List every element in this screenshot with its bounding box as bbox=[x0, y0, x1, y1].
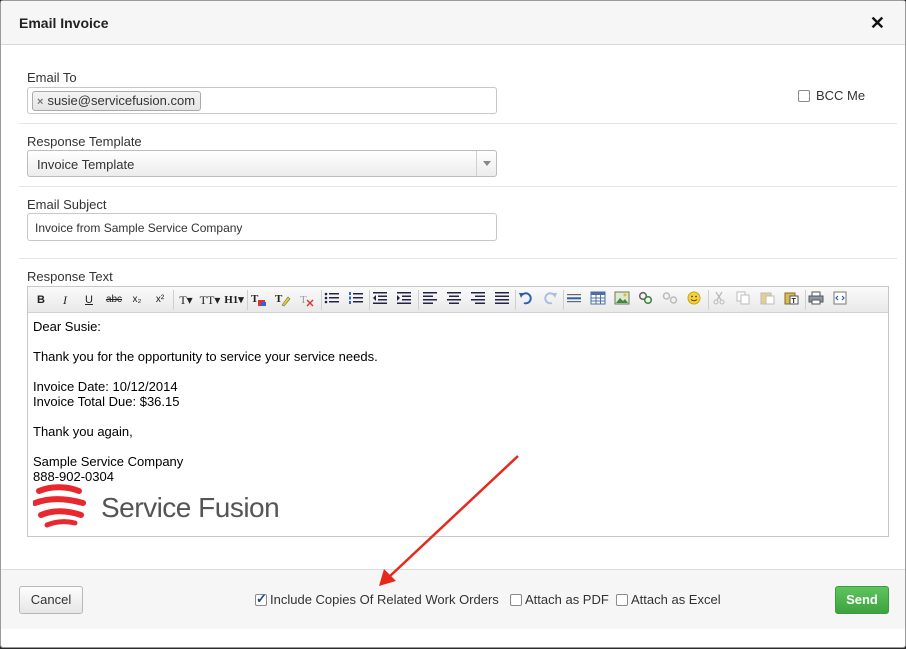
toolbar-separator bbox=[418, 290, 419, 310]
close-icon[interactable]: ✕ bbox=[870, 13, 885, 33]
divider bbox=[19, 258, 897, 259]
svg-text:T: T bbox=[251, 293, 259, 305]
cut-icon[interactable] bbox=[711, 291, 727, 309]
justify-icon[interactable] bbox=[494, 291, 510, 309]
paste-text-icon[interactable]: T bbox=[783, 291, 799, 309]
svg-text:T: T bbox=[275, 293, 283, 305]
toolbar-separator bbox=[321, 290, 322, 310]
divider bbox=[19, 186, 897, 187]
divider bbox=[19, 123, 897, 124]
send-button[interactable]: Send bbox=[835, 586, 889, 614]
paste-icon[interactable] bbox=[759, 291, 775, 309]
bcc-me-checkbox[interactable] bbox=[798, 89, 810, 102]
svg-text:T: T bbox=[300, 294, 307, 306]
attach-excel-checkbox[interactable] bbox=[616, 593, 628, 606]
email-to-label: Email To bbox=[27, 70, 77, 85]
bcc-me-option[interactable]: BCC Me bbox=[798, 88, 865, 103]
indent-icon[interactable] bbox=[396, 291, 412, 309]
email-subject-value: Invoice from Sample Service Company bbox=[35, 221, 243, 235]
heading-button[interactable]: H1▾ bbox=[223, 291, 245, 309]
italic-button[interactable]: I bbox=[58, 291, 72, 309]
font-size-button[interactable]: TT▾ bbox=[198, 291, 222, 309]
attach-excel-label: Attach as Excel bbox=[631, 592, 721, 607]
dialog-title: Email Invoice bbox=[19, 15, 109, 31]
editor-content[interactable]: Dear Susie: Thank you for the opportunit… bbox=[33, 319, 378, 484]
dialog-footer: Cancel Include Copies Of Related Work Or… bbox=[1, 569, 905, 629]
dialog-header: Email Invoice ✕ bbox=[1, 1, 905, 45]
editor-toolbar: B I U abc x₂ x² T▾ TT▾ H1▾ T T T T bbox=[28, 287, 888, 313]
toolbar-separator bbox=[247, 290, 248, 310]
source-code-icon[interactable] bbox=[832, 291, 848, 309]
response-text-label: Response Text bbox=[27, 269, 113, 284]
email-subject-input[interactable]: Invoice from Sample Service Company bbox=[27, 213, 497, 241]
company-name-line: Sample Service Company bbox=[33, 454, 184, 469]
attach-pdf-label: Attach as PDF bbox=[525, 592, 609, 607]
response-template-label: Response Template bbox=[27, 134, 142, 149]
email-to-field[interactable]: × susie@servicefusion.com bbox=[27, 87, 497, 114]
bcc-me-label: BCC Me bbox=[816, 88, 866, 103]
align-center-icon[interactable] bbox=[446, 291, 462, 309]
company-phone-line: 888-902-0304 bbox=[33, 469, 114, 484]
cancel-button[interactable]: Cancel bbox=[19, 586, 83, 614]
email-body-line: Thank you for the opportunity to service… bbox=[33, 349, 378, 364]
toolbar-separator bbox=[805, 290, 806, 310]
attach-excel-option[interactable]: Attach as Excel bbox=[616, 592, 721, 607]
attach-pdf-checkbox[interactable] bbox=[510, 593, 522, 606]
image-icon[interactable] bbox=[614, 291, 630, 309]
email-subject-label: Email Subject bbox=[27, 197, 107, 212]
subscript-button[interactable]: x₂ bbox=[129, 291, 145, 309]
link-icon[interactable] bbox=[638, 291, 654, 309]
close-button[interactable]: ✕ bbox=[870, 14, 885, 32]
strikethrough-button[interactable]: abc bbox=[104, 291, 124, 309]
response-template-select[interactable]: Invoice Template bbox=[27, 150, 497, 177]
include-work-orders-label: Include Copies Of Related Work Orders bbox=[270, 592, 499, 607]
toolbar-separator bbox=[173, 290, 174, 310]
font-family-button[interactable]: T▾ bbox=[176, 291, 196, 309]
email-invoice-dialog: Email Invoice ✕ Email To × susie@servicef… bbox=[0, 0, 906, 648]
toolbar-separator bbox=[708, 290, 709, 310]
response-template-value: Invoice Template bbox=[37, 157, 135, 172]
include-work-orders-option[interactable]: Include Copies Of Related Work Orders bbox=[255, 591, 499, 607]
attach-pdf-option[interactable]: Attach as PDF bbox=[510, 592, 609, 607]
rich-text-editor[interactable]: B I U abc x₂ x² T▾ TT▾ H1▾ T T T T Dear … bbox=[27, 286, 889, 537]
unlink-icon[interactable] bbox=[662, 291, 678, 309]
recipient-tag: × susie@servicefusion.com bbox=[32, 91, 202, 111]
align-left-icon[interactable] bbox=[422, 291, 438, 309]
text-color-icon[interactable]: T bbox=[250, 291, 268, 309]
undo-icon[interactable] bbox=[518, 291, 534, 309]
service-fusion-logo: Service Fusion bbox=[32, 483, 283, 531]
bullet-list-icon[interactable] bbox=[324, 291, 340, 309]
chevron-down-icon[interactable] bbox=[476, 151, 496, 176]
bold-button[interactable]: B bbox=[34, 291, 48, 309]
invoice-total-line: Invoice Total Due: $36.15 bbox=[33, 394, 180, 409]
superscript-button[interactable]: x² bbox=[152, 291, 168, 309]
svg-text:T: T bbox=[792, 298, 797, 305]
emoticon-icon[interactable] bbox=[686, 291, 702, 309]
include-work-orders-checkbox[interactable] bbox=[255, 591, 267, 607]
horizontal-rule-icon[interactable] bbox=[566, 291, 582, 309]
numbered-list-icon[interactable] bbox=[348, 291, 364, 309]
remove-recipient-icon[interactable]: × bbox=[37, 96, 43, 108]
email-greeting: Dear Susie: bbox=[33, 319, 101, 334]
thanks-line: Thank you again, bbox=[33, 424, 133, 439]
logo-text: Service Fusion bbox=[101, 492, 280, 523]
highlight-color-icon[interactable]: T bbox=[274, 291, 292, 309]
recipient-email: susie@servicefusion.com bbox=[47, 93, 196, 108]
copy-icon[interactable] bbox=[735, 291, 751, 309]
redo-icon[interactable] bbox=[542, 291, 558, 309]
align-right-icon[interactable] bbox=[470, 291, 486, 309]
toolbar-separator bbox=[369, 290, 370, 310]
toolbar-separator bbox=[563, 290, 564, 310]
print-icon[interactable] bbox=[808, 291, 824, 309]
clear-format-icon[interactable]: T bbox=[298, 291, 316, 309]
toolbar-separator bbox=[515, 290, 516, 310]
table-icon[interactable] bbox=[590, 291, 606, 309]
outdent-icon[interactable] bbox=[372, 291, 388, 309]
underline-button[interactable]: U bbox=[82, 291, 96, 309]
invoice-date-line: Invoice Date: 10/12/2014 bbox=[33, 379, 178, 394]
